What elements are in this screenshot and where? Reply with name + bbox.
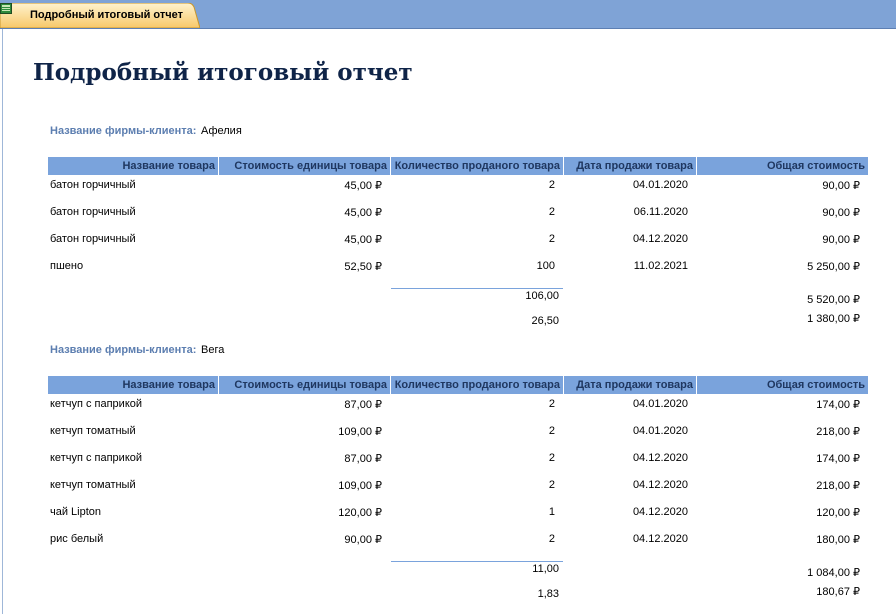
cell-product: кетчуп томатный	[50, 425, 136, 437]
cell-unit-price: 109,00 ₽	[338, 480, 382, 492]
group-label: Название фирмы-клиента:	[50, 344, 197, 356]
column-header-quantity: Количество проданого товара	[391, 157, 563, 175]
cell-quantity: 2	[548, 533, 555, 545]
column-header-total-cost: Общая стоимость	[697, 376, 868, 394]
total-average: 1 380,00 ₽	[807, 313, 860, 325]
report-title: Подробный итоговый отчет	[33, 59, 413, 86]
client-name: Вега	[201, 344, 225, 356]
tab-label: Подробный итоговый отчет	[30, 9, 183, 21]
cell-product: кетчуп томатный	[50, 479, 136, 491]
column-header-quantity: Количество проданого товара	[391, 376, 563, 394]
cell-sale-date: 04.12.2020	[632, 506, 688, 518]
document-tab-bar: Подробный итоговый отчет	[0, 0, 896, 29]
cell-total-cost: 5 250,00 ₽	[807, 261, 860, 273]
summary-divider	[391, 561, 563, 562]
client-name: Афелия	[201, 125, 242, 137]
total-sum: 1 084,00 ₽	[807, 567, 860, 579]
report-icon	[0, 3, 12, 14]
column-header-product: Название товара	[48, 157, 218, 175]
total-average: 180,67 ₽	[816, 586, 860, 598]
cell-sale-date: 04.12.2020	[632, 452, 688, 464]
cell-quantity: 2	[548, 398, 555, 410]
column-header-total-cost: Общая стоимость	[697, 157, 868, 175]
cell-total-cost: 120,00 ₽	[816, 507, 860, 519]
report-tab[interactable]: Подробный итоговый отчет	[0, 3, 200, 28]
cell-total-cost: 90,00 ₽	[822, 234, 860, 246]
cell-total-cost: 218,00 ₽	[816, 480, 860, 492]
cell-total-cost: 90,00 ₽	[822, 180, 860, 192]
column-header-product: Название товара	[48, 376, 218, 394]
cell-product: чай Lipton	[50, 506, 102, 518]
column-header-sale-date: Дата продажи товара	[564, 157, 696, 175]
cell-quantity: 100	[536, 260, 555, 272]
cell-unit-price: 109,00 ₽	[338, 426, 382, 438]
report-page: Подробный итоговый отчет Название фирмы-…	[2, 29, 896, 614]
cell-sale-date: 04.01.2020	[632, 179, 688, 191]
cell-sale-date: 06.11.2020	[633, 206, 688, 218]
cell-product: батон горчичный	[50, 233, 136, 245]
cell-product: рис белый	[50, 533, 104, 545]
cell-unit-price: 87,00 ₽	[344, 453, 382, 465]
cell-quantity: 2	[548, 425, 555, 437]
cell-quantity: 2	[548, 179, 555, 191]
cell-product: кетчуп с паприкой	[50, 398, 143, 410]
cell-product: кетчуп с паприкой	[50, 452, 143, 464]
cell-product: батон горчичный	[50, 206, 136, 218]
cell-quantity: 2	[548, 233, 555, 245]
cell-product: батон горчичный	[50, 179, 136, 191]
quantity-average: 1,83	[537, 588, 559, 600]
cell-unit-price: 90,00 ₽	[344, 534, 382, 546]
cell-sale-date: 04.12.2020	[632, 533, 688, 545]
cell-unit-price: 52,50 ₽	[344, 261, 382, 273]
cell-unit-price: 45,00 ₽	[344, 180, 382, 192]
cell-total-cost: 180,00 ₽	[816, 534, 860, 546]
summary-divider	[391, 288, 563, 289]
total-sum: 5 520,00 ₽	[807, 294, 860, 306]
quantity-sum: 106,00	[525, 290, 559, 302]
cell-unit-price: 45,00 ₽	[344, 207, 382, 219]
cell-unit-price: 45,00 ₽	[344, 234, 382, 246]
cell-sale-date: 04.01.2020	[632, 425, 688, 437]
group-label: Название фирмы-клиента:	[50, 125, 197, 137]
quantity-average: 26,50	[531, 315, 559, 327]
cell-quantity: 2	[548, 452, 555, 464]
cell-total-cost: 174,00 ₽	[816, 453, 860, 465]
cell-total-cost: 90,00 ₽	[822, 207, 860, 219]
column-header-sale-date: Дата продажи товара	[564, 376, 696, 394]
cell-sale-date: 04.12.2020	[632, 479, 688, 491]
cell-unit-price: 120,00 ₽	[338, 507, 382, 519]
cell-quantity: 2	[548, 479, 555, 491]
cell-quantity: 2	[548, 206, 555, 218]
cell-sale-date: 04.01.2020	[632, 398, 688, 410]
cell-total-cost: 174,00 ₽	[816, 399, 860, 411]
column-header-unit-price: Стоимость единицы товара	[219, 157, 390, 175]
cell-total-cost: 218,00 ₽	[816, 426, 860, 438]
cell-sale-date: 04.12.2020	[632, 233, 688, 245]
cell-sale-date: 11.02.2021	[633, 260, 688, 272]
column-header-unit-price: Стоимость единицы товара	[219, 376, 390, 394]
cell-quantity: 1	[548, 506, 555, 518]
quantity-sum: 11,00	[532, 563, 559, 575]
cell-product: пшено	[50, 260, 84, 272]
cell-unit-price: 87,00 ₽	[344, 399, 382, 411]
